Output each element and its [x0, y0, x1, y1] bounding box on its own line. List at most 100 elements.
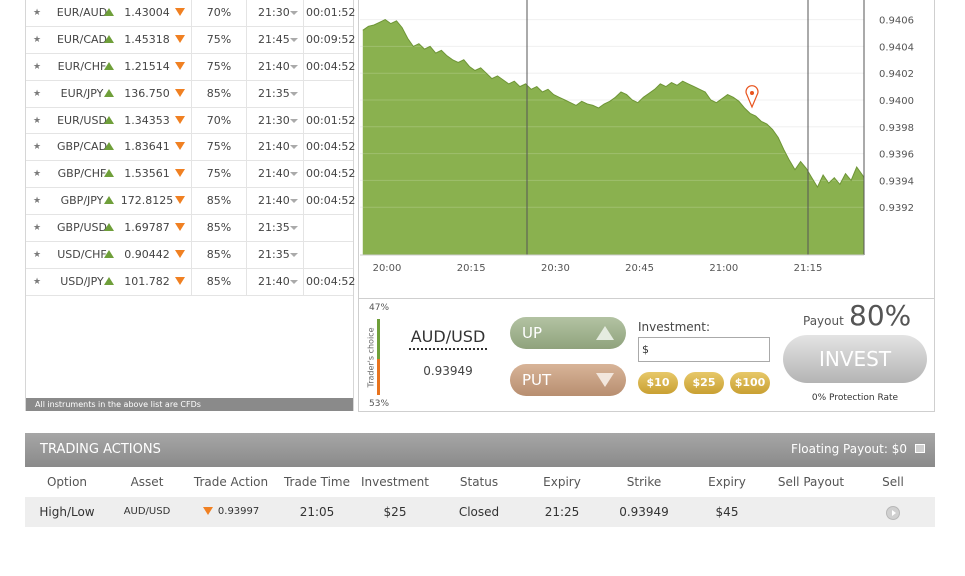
expiry-select[interactable]: 21:40 [248, 161, 304, 188]
window-icon[interactable] [915, 444, 925, 453]
trade-investment: $25 [383, 505, 407, 519]
star-icon[interactable]: ★ [30, 108, 44, 134]
expiry-select[interactable]: 21:40 [248, 188, 304, 215]
star-icon[interactable]: ★ [30, 134, 44, 160]
price-chart[interactable]: 20:00 20:15 20:30 20:45 21:00 21:15 0.9406 0.94… [358, 0, 935, 298]
chevron-down-icon [290, 37, 298, 42]
list-item[interactable]: ★ GBP/JPY 172.8125 85% 21:40 00:04:52 [26, 188, 356, 216]
expiry-select[interactable]: 21:45 [248, 26, 304, 53]
call-button[interactable] [104, 27, 116, 53]
call-button[interactable] [104, 269, 116, 295]
selected-asset[interactable]: AUD/USD [409, 327, 487, 350]
put-button[interactable]: PUT [510, 364, 626, 396]
instrument-price: 136.750 [124, 86, 170, 100]
instrument-payout: 75% [191, 53, 247, 80]
instrument-payout: 75% [191, 161, 247, 188]
star-icon[interactable]: ★ [30, 215, 44, 241]
list-item[interactable]: ★ GBP/CAD 1.83641 75% 21:40 00:04:52 [26, 134, 356, 162]
triangle-down-icon [175, 142, 185, 151]
put-button[interactable] [175, 242, 189, 268]
instrument-price: 1.83641 [124, 140, 170, 154]
instrument-payout: 70% [191, 107, 247, 134]
star-icon[interactable]: ★ [30, 27, 44, 53]
trade-panel: 47% Trader's choice 53% AUD/USD 0.93949 … [358, 298, 935, 412]
expiry-select[interactable]: 21:35 [248, 215, 304, 242]
column-header-option: Option [46, 475, 88, 489]
put-button[interactable] [175, 161, 189, 187]
expiry-select[interactable]: 21:35 [248, 242, 304, 269]
current-price: 0.93949 [423, 364, 473, 378]
expiry-select[interactable]: 21:40 [248, 53, 304, 80]
expiry-select[interactable]: 21:30 [248, 0, 304, 26]
put-button[interactable] [175, 134, 189, 160]
traders-choice-up-bar [377, 319, 380, 359]
call-button[interactable] [104, 54, 116, 80]
instrument-price: 101.782 [124, 274, 170, 288]
put-button[interactable] [175, 215, 189, 241]
put-button[interactable] [175, 269, 189, 295]
list-item[interactable]: ★ EUR/USD 1.34353 70% 21:30 00:01:52 [26, 107, 356, 135]
list-item[interactable]: ★ USD/CHF 0.90442 85% 21:35 [26, 242, 353, 269]
list-item[interactable]: ★ EUR/CHF 1.21514 75% 21:40 00:04:52 [26, 53, 355, 81]
column-header-status: Status [459, 475, 499, 489]
call-button[interactable] [104, 161, 116, 187]
expiry-select[interactable]: 21:30 [248, 107, 304, 134]
put-button[interactable] [175, 188, 189, 214]
time-remaining: 00:04:52 [306, 140, 356, 154]
list-item[interactable]: ★ EUR/CAD 1.45318 75% 21:45 00:09:52 [26, 26, 355, 54]
expiry-time: 21:40 [258, 140, 290, 154]
call-button[interactable] [104, 81, 116, 107]
put-button[interactable] [175, 81, 189, 107]
call-button[interactable] [104, 108, 116, 134]
chevron-down-icon [290, 226, 298, 231]
instrument-payout: 70% [191, 0, 247, 26]
amount-10-button[interactable]: $10 [638, 372, 678, 394]
expiry-select[interactable]: 21:40 [248, 134, 304, 161]
star-icon[interactable]: ★ [30, 188, 44, 214]
list-item[interactable]: ★ GBP/USD 1.69787 85% 21:35 [26, 215, 353, 243]
star-icon[interactable]: ★ [30, 161, 44, 187]
call-button[interactable] [104, 242, 116, 268]
list-item[interactable]: ★ EUR/JPY 136.750 85% 21:35 [26, 80, 353, 108]
expiry-time: 21:35 [258, 248, 290, 262]
amount-25-button[interactable]: $25 [684, 372, 724, 394]
star-icon[interactable]: ★ [30, 0, 44, 26]
call-button[interactable] [104, 0, 116, 26]
star-icon[interactable]: ★ [30, 269, 44, 295]
star-icon[interactable]: ★ [30, 81, 44, 107]
trade-sell [853, 497, 933, 527]
trade-option: High/Low [39, 505, 95, 519]
time-remaining: 00:04:52 [306, 167, 356, 181]
put-button[interactable] [175, 0, 189, 26]
star-icon[interactable]: ★ [30, 242, 44, 268]
triangle-down-icon [175, 34, 185, 43]
y-tick-label: 0.9398 [879, 123, 914, 134]
amount-100-button[interactable]: $100 [730, 372, 770, 394]
put-button[interactable] [175, 54, 189, 80]
traders-choice-down-bar [377, 359, 380, 395]
triangle-down-icon [175, 61, 185, 70]
list-item[interactable]: ★ EUR/AUD 1.43004 70% 21:30 00:01:52 [26, 0, 355, 27]
put-button[interactable] [175, 27, 189, 53]
put-button[interactable] [175, 108, 189, 134]
call-button[interactable] [104, 215, 116, 241]
triangle-down-icon [175, 115, 185, 124]
investment-input[interactable] [638, 337, 770, 362]
list-item[interactable]: ★ USD/JPY 101.782 85% 21:40 00:04:52 [26, 268, 355, 296]
trade-expiry: 21:25 [544, 505, 580, 519]
triangle-down-icon [175, 8, 185, 16]
instrument-payout: 75% [191, 134, 247, 161]
expiry-select[interactable]: 21:35 [248, 80, 304, 107]
star-icon[interactable]: ★ [30, 54, 44, 80]
play-icon[interactable] [886, 505, 900, 520]
instrument-price: 172.8125 [120, 194, 174, 208]
list-item[interactable]: ★ GBP/CHF 1.53561 75% 21:40 00:04:52 [26, 161, 356, 189]
call-button[interactable] [104, 188, 116, 214]
invest-button[interactable]: INVEST [783, 335, 927, 383]
instrument-payout: 85% [191, 242, 247, 269]
up-button[interactable]: UP [510, 317, 626, 349]
expiry-select[interactable]: 21:40 [248, 268, 304, 295]
time-remaining: 00:01:52 [306, 113, 356, 127]
time-remaining: 00:04:52 [306, 194, 356, 208]
call-button[interactable] [104, 134, 116, 160]
